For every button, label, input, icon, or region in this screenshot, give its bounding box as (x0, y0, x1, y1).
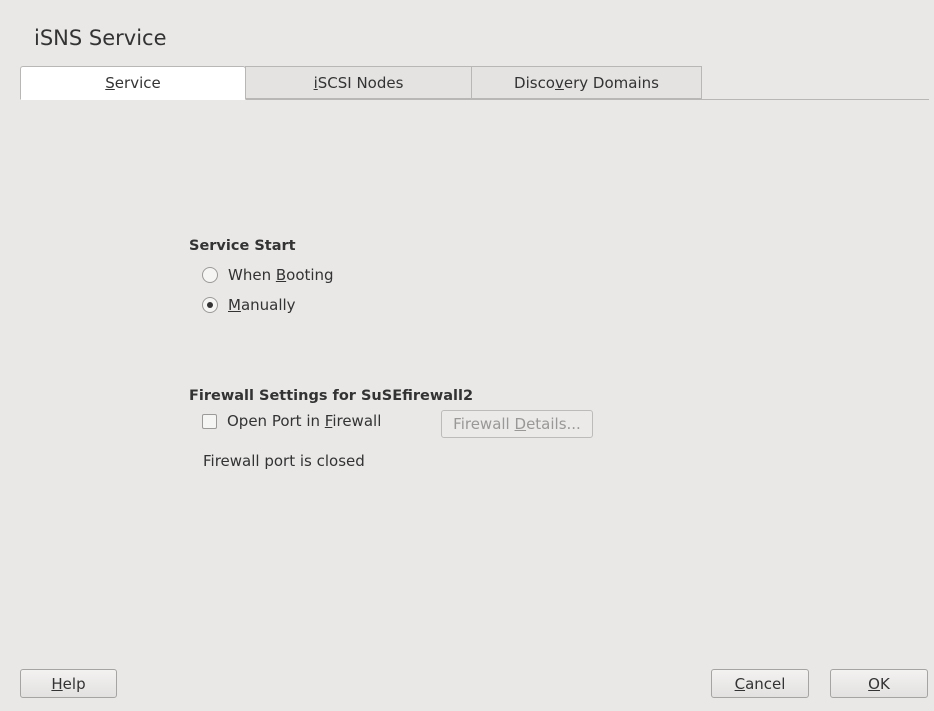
firewall-details-button[interactable]: Firewall Details... (441, 410, 593, 438)
radio-when-booting[interactable]: When Booting (202, 266, 334, 284)
tab-discovery-domains-label: Discovery Domains (514, 73, 659, 92)
cancel-button-label: Cancel (734, 674, 786, 693)
radio-when-booting-indicator[interactable] (202, 267, 218, 283)
help-button-label: Help (51, 674, 86, 693)
radio-manually-indicator[interactable] (202, 297, 218, 313)
help-button[interactable]: Help (20, 669, 117, 698)
service-start-label: Service Start (189, 238, 296, 254)
checkbox-open-port-box[interactable] (202, 413, 217, 429)
tab-discovery-domains[interactable]: Discovery Domains (471, 66, 702, 99)
radio-manually-label: Manually (228, 296, 296, 314)
firewall-settings-label: Firewall Settings for SuSEfirewall2 (189, 388, 474, 404)
firewall-status-text: Firewall port is closed (203, 452, 365, 470)
checkbox-open-port[interactable]: Open Port in Firewall (202, 412, 381, 430)
tab-service[interactable]: Service (20, 66, 246, 100)
tab-service-label: Service (105, 74, 161, 92)
radio-manually[interactable]: Manually (202, 296, 296, 314)
radio-when-booting-label: When Booting (228, 266, 334, 284)
ok-button[interactable]: OK (830, 669, 928, 698)
tab-iscsi-nodes[interactable]: iSCSI Nodes (245, 66, 472, 99)
tab-iscsi-nodes-label: iSCSI Nodes (313, 73, 404, 92)
ok-button-label: OK (868, 674, 890, 693)
checkbox-open-port-label: Open Port in Firewall (227, 412, 382, 430)
radio-selected-dot (207, 302, 213, 308)
dialog-title: iSNS Service (34, 26, 167, 50)
firewall-details-button-label: Firewall Details... (453, 415, 581, 433)
tab-bar: Service iSCSI Nodes Discovery Domains (20, 66, 929, 100)
cancel-button[interactable]: Cancel (711, 669, 809, 698)
